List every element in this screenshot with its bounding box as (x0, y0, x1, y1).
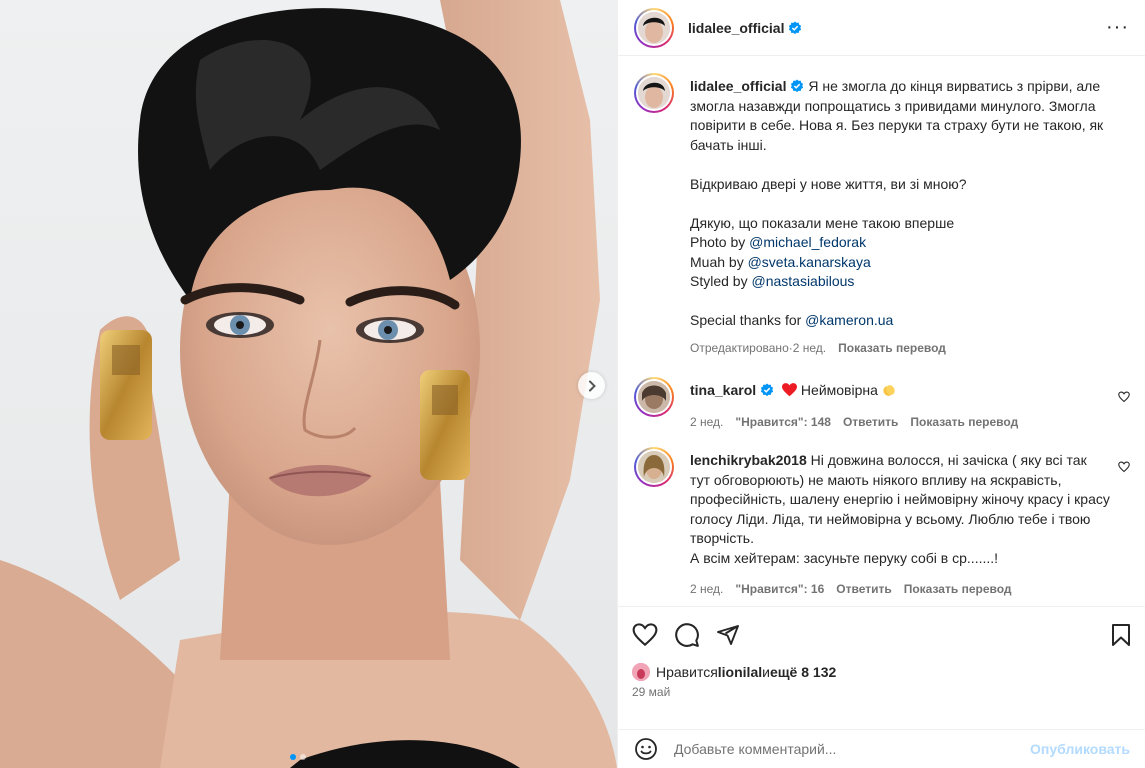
mention-link[interactable]: @sveta.kanarskaya (748, 254, 871, 270)
translate-button[interactable]: Показать перевод (904, 580, 1012, 600)
comment-likes-count[interactable]: "Нравится": 16 (735, 580, 824, 600)
reply-button[interactable]: Ответить (836, 580, 891, 600)
post-sidebar: lidalee_official ··· lidalee_official Я … (617, 0, 1145, 768)
chevron-right-icon (588, 380, 596, 391)
emoji-icon[interactable] (634, 737, 658, 761)
post-media[interactable] (0, 0, 617, 768)
carousel-dot (300, 754, 306, 760)
mention-link[interactable]: @michael_fedorak (749, 234, 866, 250)
reply-button[interactable]: Ответить (843, 413, 898, 433)
verified-badge-icon (791, 79, 804, 93)
liker-avatar[interactable] (632, 663, 650, 681)
post-actions: Нравится lionilal и ещё 8 132 29 май (618, 606, 1145, 699)
red-heart-emoji-icon (782, 383, 798, 397)
heart-outline-icon[interactable] (1118, 391, 1130, 403)
comment-text: Неймовірна (797, 382, 882, 398)
special-thanks: Special thanks for @kameron.ua (690, 312, 894, 328)
bookmark-icon[interactable] (1110, 623, 1132, 647)
more-options-icon[interactable]: ··· (1106, 16, 1129, 39)
comment-text: А всім хейтерам: засуньте перуку собі в … (690, 549, 999, 566)
caption-time[interactable]: 2 нед. (793, 339, 826, 359)
author-avatar[interactable] (634, 7, 674, 48)
share-send-icon[interactable] (716, 623, 740, 647)
caption-text: Відкриваю двері у нове життя, ви зі мною… (690, 175, 967, 192)
credit-muah: Muah by @sveta.kanarskaya (690, 253, 871, 270)
likes-count[interactable]: ещё 8 132 (770, 664, 836, 680)
post-header: lidalee_official ··· (618, 0, 1145, 56)
edited-label: Отредактировано (690, 340, 789, 355)
comment-item: tina_karol Неймовірна 2 нед. "Нравится":… (634, 377, 1130, 439)
liker-username[interactable]: lionilal (718, 664, 762, 680)
mention-link[interactable]: @kameron.ua (805, 312, 893, 328)
author-username[interactable]: lidalee_official (688, 20, 784, 36)
post-date[interactable]: 29 май (632, 685, 1132, 699)
publish-button[interactable]: Опубликовать (1030, 741, 1130, 757)
mention-link[interactable]: @nastasiabilous (751, 273, 854, 289)
carousel-next-button[interactable] (578, 372, 605, 399)
comment-likes-count[interactable]: "Нравится": 148 (735, 413, 831, 433)
author-avatar[interactable] (634, 73, 674, 113)
caption: lidalee_official Я не змогла до кінця ви… (634, 73, 1130, 363)
commenter-avatar[interactable] (634, 377, 674, 417)
verified-badge-icon (789, 21, 802, 34)
comment-item: lenchikrybak2018 Ні довжина волосся, ні … (634, 447, 1130, 600)
translate-button[interactable]: Показать перевод (838, 339, 946, 359)
commenter-avatar[interactable] (634, 447, 674, 487)
like-heart-icon[interactable] (632, 623, 658, 647)
caption-author[interactable]: lidalee_official (690, 78, 786, 94)
heart-outline-icon[interactable] (1118, 461, 1130, 473)
comment-time[interactable]: 2 нед. (690, 580, 723, 600)
clapping-hands-emoji-icon (883, 385, 895, 396)
carousel-indicator (290, 754, 306, 760)
credit-photo: Photo by @michael_fedorak (690, 234, 867, 250)
comment-author[interactable]: tina_karol (690, 382, 756, 398)
post-photo (0, 0, 617, 768)
comment-author[interactable]: lenchikrybak2018 (690, 452, 807, 468)
caption-text: Дякую, що показали мене такою вперше (690, 214, 955, 231)
credit-styled: Styled by @nastasiabilous (690, 273, 855, 289)
likes-summary: Нравится lionilal и ещё 8 132 (632, 663, 1132, 681)
comment-bubble-icon[interactable] (674, 622, 700, 648)
verified-badge-icon (761, 383, 774, 397)
comment-time[interactable]: 2 нед. (690, 413, 723, 433)
comment-input[interactable] (674, 741, 1014, 757)
translate-button[interactable]: Показать перевод (910, 413, 1018, 433)
comments-list[interactable]: lidalee_official Я не змогла до кінця ви… (618, 57, 1145, 606)
add-comment-bar: Опубликовать (618, 729, 1145, 768)
carousel-dot (290, 754, 296, 760)
